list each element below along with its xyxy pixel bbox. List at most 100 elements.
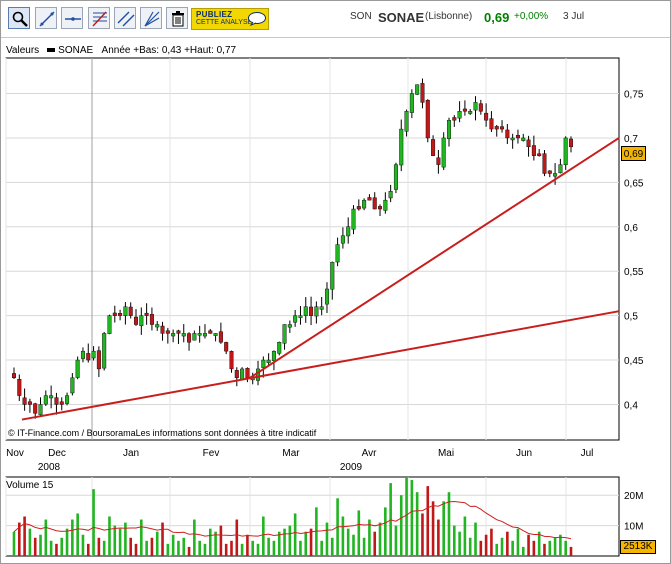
- candle-body: [118, 313, 123, 316]
- volume-bar: [92, 489, 95, 556]
- candle-body: [54, 397, 59, 405]
- candle-body: [33, 403, 38, 414]
- candle-body: [261, 359, 266, 368]
- volume-bar: [288, 525, 292, 556]
- volume-bar: [118, 528, 122, 556]
- volume-bar: [431, 501, 435, 556]
- candle-body: [208, 330, 213, 334]
- volume-bar: [346, 528, 350, 556]
- volume-bar: [490, 528, 493, 556]
- volume-bar: [463, 516, 467, 556]
- price-chart[interactable]: 0,4 0,45 0,5 0,55 0,6 0,65 0,7 0,75 Nov Dec Jan Fev…: [0, 0, 671, 564]
- volume-bar: [150, 537, 154, 556]
- candle-body: [86, 353, 91, 361]
- volume-bar: [71, 519, 74, 556]
- volume-bar: [532, 540, 536, 556]
- candle-body: [112, 312, 117, 316]
- x-tick-label: Jan: [123, 448, 139, 459]
- year-label: 2008: [38, 462, 61, 473]
- volume-bar: [474, 522, 477, 556]
- candle-body: [171, 333, 176, 337]
- candle-body: [96, 350, 101, 370]
- candle-body: [287, 324, 292, 328]
- volume-bar: [521, 546, 525, 556]
- candle-body: [176, 330, 181, 334]
- candle-body: [70, 377, 75, 394]
- candle-body: [229, 351, 234, 370]
- volume-moving-average: [13, 500, 572, 540]
- volume-bar: [373, 531, 377, 556]
- volume-bar: [484, 534, 488, 556]
- price-panel-frame: [5, 57, 620, 441]
- volume-bar: [272, 540, 276, 556]
- candle-body: [245, 368, 250, 379]
- candle-body: [362, 199, 367, 209]
- volume-bar: [320, 540, 323, 556]
- y-tick-label: 0,4: [624, 400, 638, 411]
- candle-body: [181, 333, 186, 337]
- candle-body: [553, 173, 558, 177]
- candle-body: [192, 333, 197, 341]
- volume-bar: [299, 540, 302, 556]
- volume-bar: [161, 522, 164, 556]
- copyright-note: © IT-Finance.com / BoursoramaLes informa…: [8, 428, 317, 438]
- candle-body: [282, 324, 287, 344]
- volume-bar: [384, 507, 387, 556]
- volume-bar: [458, 531, 461, 556]
- candle-body: [27, 401, 32, 405]
- volume-bar: [500, 537, 504, 556]
- candle-body: [351, 208, 356, 230]
- volume-bar: [23, 516, 26, 556]
- candle-body: [420, 83, 425, 103]
- candle-body: [22, 397, 27, 405]
- candle-body: [165, 330, 170, 334]
- candle-body: [457, 111, 462, 119]
- volume-bar: [33, 537, 37, 556]
- year-label: 2009: [340, 462, 363, 473]
- volume-bar: [495, 543, 499, 556]
- volume-bar: [129, 537, 133, 556]
- candle-body: [378, 206, 383, 210]
- volume-bar: [267, 537, 270, 556]
- candle-body: [155, 324, 160, 328]
- candle-body: [123, 306, 128, 316]
- candle-body: [298, 315, 303, 318]
- x-tick-label: Mar: [282, 448, 300, 459]
- volume-bar: [543, 543, 546, 556]
- y-tick-label: 0,55: [624, 267, 644, 278]
- volume-bar: [569, 546, 573, 556]
- volume-bar: [246, 534, 249, 556]
- volume-bar: [304, 531, 308, 556]
- volume-bar: [330, 537, 334, 556]
- volume-bar: [516, 528, 520, 556]
- candle-body: [17, 378, 22, 396]
- y-tick-label: 0,7: [624, 134, 638, 145]
- volume-bar: [81, 534, 85, 556]
- candle-body: [224, 342, 229, 352]
- volume-bar: [479, 540, 483, 556]
- volume-tick-label: 20M: [624, 491, 643, 502]
- candle-body: [415, 84, 420, 95]
- volume-bar: [76, 513, 79, 556]
- candle-body: [393, 164, 398, 190]
- candle-body: [340, 235, 345, 244]
- candle-body: [489, 118, 494, 130]
- y-tick-label: 0,6: [624, 223, 638, 234]
- candle-body: [202, 333, 207, 337]
- volume-bar: [235, 519, 239, 556]
- candle-body: [446, 119, 451, 139]
- volume-bar: [553, 537, 557, 556]
- volume-bar: [378, 522, 382, 556]
- volume-bar: [468, 537, 472, 556]
- volume-bar: [511, 540, 514, 556]
- volume-bar: [28, 528, 32, 556]
- volume-bar: [240, 543, 244, 556]
- volume-bar: [527, 534, 530, 556]
- volume-bar: [437, 519, 440, 556]
- volume-bar: [325, 522, 329, 556]
- candle-body: [38, 404, 43, 415]
- candle-body: [80, 350, 85, 359]
- volume-bar: [145, 540, 148, 556]
- candle-body: [441, 137, 446, 168]
- volume-bar: [44, 519, 48, 556]
